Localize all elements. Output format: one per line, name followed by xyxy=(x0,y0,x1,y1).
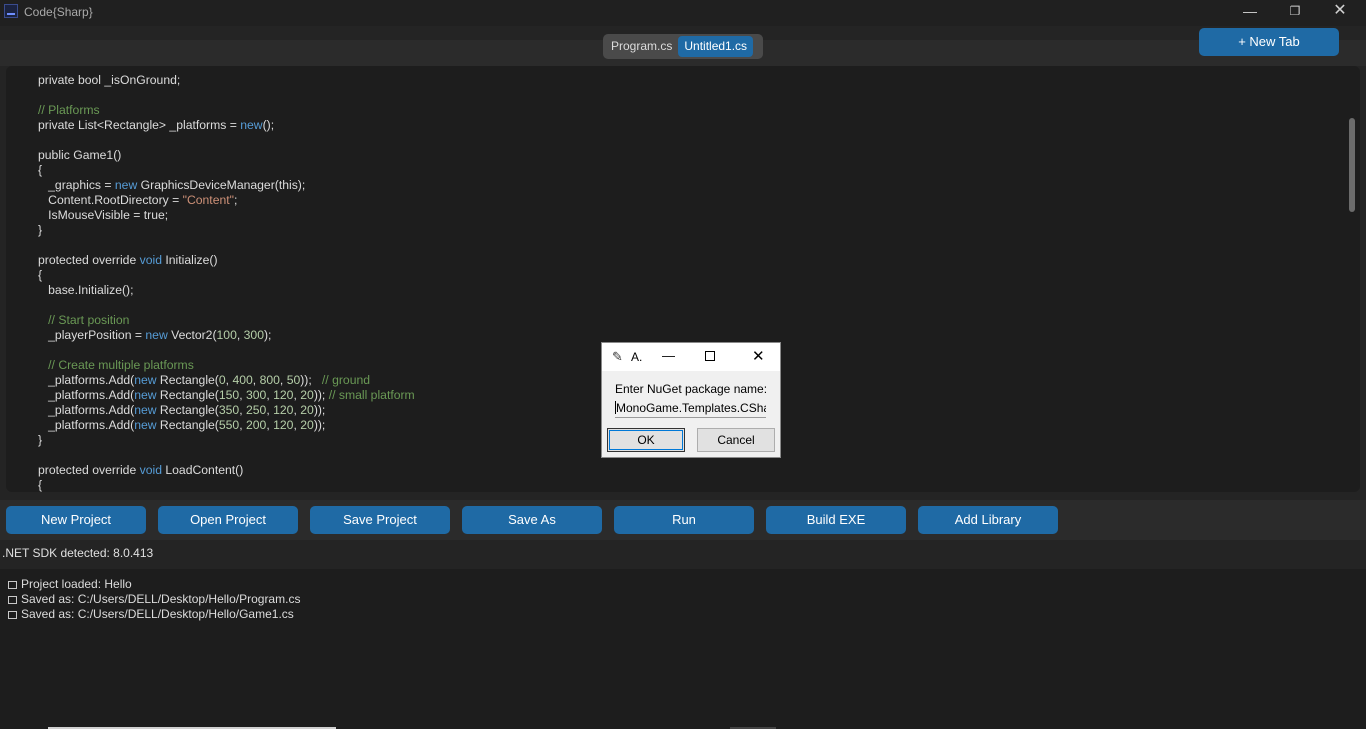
log-text: Saved as: C:/Users/DELL/Desktop/Hello/Pr… xyxy=(21,592,301,606)
new-tab-button[interactable]: + New Tab xyxy=(1199,28,1339,56)
code-line: { xyxy=(38,163,43,177)
code-line: private List<Rectangle> _platforms = new… xyxy=(38,118,275,132)
folder-icon xyxy=(8,581,17,589)
minimize-button[interactable]: — xyxy=(1228,0,1272,24)
code-line: _platforms.Add(new Rectangle(350, 250, 1… xyxy=(38,403,326,417)
dialog-minimize-button[interactable]: — xyxy=(662,348,675,363)
code-line: IsMouseVisible = true; xyxy=(38,208,169,222)
package-name-value: MonoGame.Templates.CSha xyxy=(616,401,766,415)
run-button[interactable]: Run xyxy=(614,506,754,534)
package-name-input[interactable]: MonoGame.Templates.CSha xyxy=(615,399,766,418)
code-line: protected override void LoadContent() xyxy=(38,463,244,477)
code-line: // Create multiple platforms xyxy=(38,358,194,372)
code-line: // Platforms xyxy=(38,103,100,117)
window-title: Code{Sharp} xyxy=(24,5,93,19)
ok-button[interactable]: OK xyxy=(607,428,685,452)
code-line: Content.RootDirectory = "Content"; xyxy=(38,193,238,207)
code-line: _platforms.Add(new Rectangle(0, 400, 800… xyxy=(38,373,371,387)
code-text[interactable]: private bool _isOnGround; // Platforms p… xyxy=(38,73,415,492)
log-line: Project loaded: Hello xyxy=(8,577,132,591)
code-line: _platforms.Add(new Rectangle(550, 200, 1… xyxy=(38,418,326,432)
tab-untitled1-cs[interactable]: Untitled1.cs xyxy=(678,36,754,57)
log-line: Saved as: C:/Users/DELL/Desktop/Hello/Pr… xyxy=(8,592,300,606)
code-line: protected override void Initialize() xyxy=(38,253,218,267)
save-icon xyxy=(8,596,17,604)
cancel-button[interactable]: Cancel xyxy=(697,428,775,452)
code-line: _graphics = new GraphicsDeviceManager(th… xyxy=(38,178,306,192)
log-text: Project loaded: Hello xyxy=(21,577,132,591)
dialog-prompt: Enter NuGet package name: xyxy=(614,382,768,396)
code-line: _playerPosition = new Vector2(100, 300); xyxy=(38,328,272,342)
code-line: } xyxy=(38,223,43,237)
save-as-button[interactable]: Save As xyxy=(462,506,602,534)
tab-program-cs[interactable]: Program.cs xyxy=(605,36,678,57)
sdk-status: .NET SDK detected: 8.0.413 xyxy=(2,546,154,560)
build-exe-button[interactable]: Build EXE xyxy=(766,506,906,534)
log-text: Saved as: C:/Users/DELL/Desktop/Hello/Ga… xyxy=(21,607,294,621)
editor-scrollbar[interactable] xyxy=(1349,118,1355,212)
code-line: _platforms.Add(new Rectangle(150, 300, 1… xyxy=(38,388,415,402)
code-line: public Game1() xyxy=(38,148,122,162)
dialog-close-button[interactable]: ✕ xyxy=(752,347,765,365)
dialog-title: A. xyxy=(631,350,643,364)
code-line: // Start position xyxy=(38,313,130,327)
app-icon xyxy=(4,4,18,18)
feather-icon: ✎ xyxy=(612,349,623,364)
code-line: { xyxy=(38,478,43,492)
maximize-button[interactable]: ❐ xyxy=(1273,0,1317,24)
dialog-maximize-button[interactable] xyxy=(705,351,715,361)
code-line: base.Initialize(); xyxy=(38,283,134,297)
title-bar: Code{Sharp} — ❐ ✕ xyxy=(0,0,1366,26)
dialog-title-bar: ✎ A. — ✕ xyxy=(602,343,780,371)
log-line: Saved as: C:/Users/DELL/Desktop/Hello/Ga… xyxy=(8,607,294,621)
save-project-button[interactable]: Save Project xyxy=(310,506,450,534)
add-library-button[interactable]: Add Library xyxy=(918,506,1058,534)
new-project-button[interactable]: New Project xyxy=(6,506,146,534)
nuget-dialog: ✎ A. — ✕ Enter NuGet package name: MonoG… xyxy=(601,342,781,458)
code-line: { xyxy=(38,268,43,282)
code-line: } xyxy=(38,433,43,447)
save-icon xyxy=(8,611,17,619)
close-button[interactable]: ✕ xyxy=(1318,0,1362,24)
open-project-button[interactable]: Open Project xyxy=(158,506,298,534)
code-line: private bool _isOnGround; xyxy=(38,73,181,87)
file-tabs: Program.cs Untitled1.cs xyxy=(603,34,763,59)
